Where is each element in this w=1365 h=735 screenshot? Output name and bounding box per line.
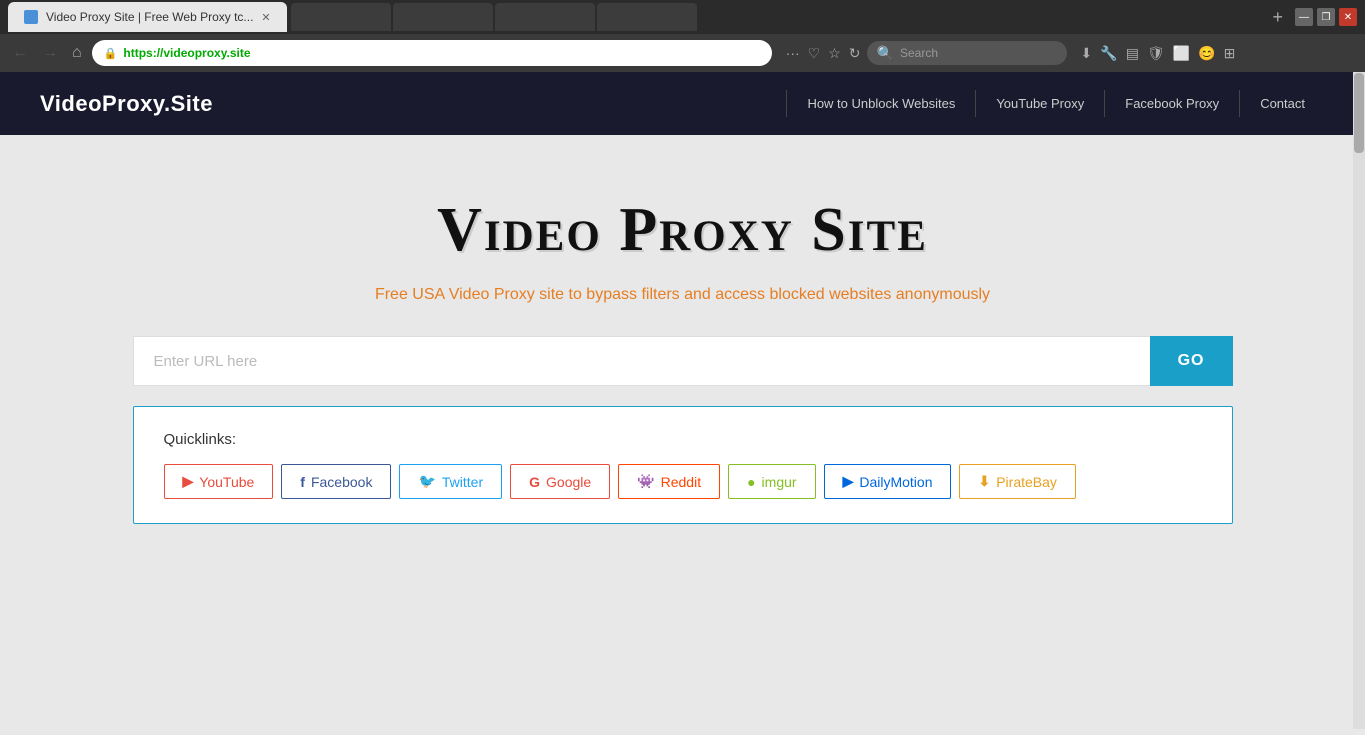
hero-title: Video Proxy Site [437, 195, 928, 266]
url-domain: videoproxy.site [163, 46, 250, 60]
quicklink-twitter[interactable]: 🐦 Twitter [399, 464, 502, 499]
address-bar[interactable]: 🔒 https://videoproxy.site [92, 40, 772, 66]
quicklinks-box: Quicklinks: ▶ YouTube f Facebook 🐦 Twitt… [133, 406, 1233, 524]
quicklinks-label: Quicklinks: [164, 431, 1202, 448]
grid-icon[interactable]: ⊞ [1224, 45, 1236, 62]
extra-toolbar-icons: ⬇ 🔧 ▤ 🛡 ⬜ 😊 ⊞ [1081, 45, 1236, 62]
scrollbar-thumb[interactable] [1354, 73, 1364, 153]
quicklink-dailymotion-label: DailyMotion [859, 474, 932, 490]
menu-icon[interactable]: ··· [786, 45, 800, 61]
tab-close-button[interactable]: ✕ [261, 11, 270, 24]
browser-search-bar[interactable]: 🔍 [867, 41, 1067, 65]
lock-icon: 🔒 [104, 47, 118, 60]
browser-chrome: Video Proxy Site | Free Web Proxy tc... … [0, 0, 1365, 72]
star-icon[interactable]: ☆ [828, 45, 841, 62]
window-controls: — ❐ ✕ [1295, 8, 1357, 26]
minimize-button[interactable]: — [1295, 8, 1313, 26]
quicklink-piratebay[interactable]: ⬇ PirateBay [959, 464, 1075, 499]
restore-button[interactable]: ❐ [1317, 8, 1335, 26]
forward-button[interactable]: → [38, 42, 62, 64]
quicklink-youtube-label: YouTube [199, 474, 254, 490]
active-tab[interactable]: Video Proxy Site | Free Web Proxy tc... … [8, 2, 287, 32]
site-header: VideoProxy.Site How to Unblock Websites … [0, 72, 1365, 135]
scrollbar-track[interactable] [1353, 72, 1365, 729]
dailymotion-icon: ▶ [843, 473, 854, 490]
search-icon: 🔍 [877, 45, 894, 62]
facebook-icon: f [300, 474, 305, 490]
tab-favicon [24, 10, 38, 24]
quicklink-google[interactable]: G Google [510, 464, 610, 499]
quicklink-dailymotion[interactable]: ▶ DailyMotion [824, 464, 952, 499]
twitter-icon: 🐦 [418, 473, 435, 490]
imgur-icon: ● [747, 474, 755, 490]
other-tabs [291, 3, 1261, 31]
address-bar-row: ← → ⌂ 🔒 https://videoproxy.site ··· ♡ ☆ … [0, 34, 1365, 72]
quicklink-facebook-label: Facebook [311, 474, 372, 490]
quicklink-google-label: Google [546, 474, 591, 490]
shield-icon[interactable]: 🛡 [1147, 45, 1165, 62]
site-logo: VideoProxy.Site [40, 91, 213, 117]
youtube-icon: ▶ [183, 473, 194, 490]
other-tab-4[interactable] [597, 3, 697, 31]
other-tab-1[interactable] [291, 3, 391, 31]
go-button[interactable]: GO [1150, 336, 1233, 386]
home-button[interactable]: ⌂ [68, 42, 86, 64]
url-display: https://videoproxy.site [123, 46, 250, 60]
nav-how-to-unblock[interactable]: How to Unblock Websites [786, 90, 975, 117]
url-input[interactable] [133, 336, 1150, 386]
url-form: GO [133, 336, 1233, 386]
nav-contact[interactable]: Contact [1239, 90, 1325, 117]
site-main: Video Proxy Site Free USA Video Proxy si… [0, 135, 1365, 735]
emoji-icon[interactable]: 😊 [1198, 45, 1215, 62]
google-icon: G [529, 474, 540, 490]
hero-subtitle: Free USA Video Proxy site to bypass filt… [375, 286, 990, 304]
tab-title: Video Proxy Site | Free Web Proxy tc... [46, 10, 253, 24]
quicklink-piratebay-label: PirateBay [996, 474, 1057, 490]
quicklink-facebook[interactable]: f Facebook [281, 464, 391, 499]
quicklink-youtube[interactable]: ▶ YouTube [164, 464, 274, 499]
browser-search-input[interactable] [900, 46, 1040, 60]
quicklinks-buttons: ▶ YouTube f Facebook 🐦 Twitter G Google … [164, 464, 1202, 499]
piratebay-icon: ⬇ [978, 473, 990, 490]
screenshots-icon[interactable]: ⬜ [1173, 45, 1190, 62]
new-tab-button[interactable]: + [1264, 7, 1291, 28]
quicklink-twitter-label: Twitter [442, 474, 483, 490]
other-tab-3[interactable] [495, 3, 595, 31]
refresh-icon[interactable]: ↻ [849, 45, 861, 62]
other-tab-2[interactable] [393, 3, 493, 31]
toolbar-icons: ··· ♡ ☆ ↻ [786, 45, 861, 62]
nav-youtube-proxy[interactable]: YouTube Proxy [975, 90, 1104, 117]
quicklink-reddit-label: Reddit [661, 474, 701, 490]
site-nav: How to Unblock Websites YouTube Proxy Fa… [786, 90, 1325, 117]
reddit-icon: 👾 [637, 473, 654, 490]
quicklink-imgur[interactable]: ● imgur [728, 464, 815, 499]
quicklink-imgur-label: imgur [762, 474, 797, 490]
close-button[interactable]: ✕ [1339, 8, 1357, 26]
nav-facebook-proxy[interactable]: Facebook Proxy [1104, 90, 1239, 117]
tab-bar: Video Proxy Site | Free Web Proxy tc... … [0, 0, 1365, 34]
quicklink-reddit[interactable]: 👾 Reddit [618, 464, 720, 499]
download-icon[interactable]: ⬇ [1081, 45, 1093, 62]
tools-icon[interactable]: 🔧 [1100, 45, 1117, 62]
library-icon[interactable]: ▤ [1126, 45, 1139, 62]
back-button[interactable]: ← [8, 42, 32, 64]
bookmark-icon[interactable]: ♡ [808, 45, 821, 62]
